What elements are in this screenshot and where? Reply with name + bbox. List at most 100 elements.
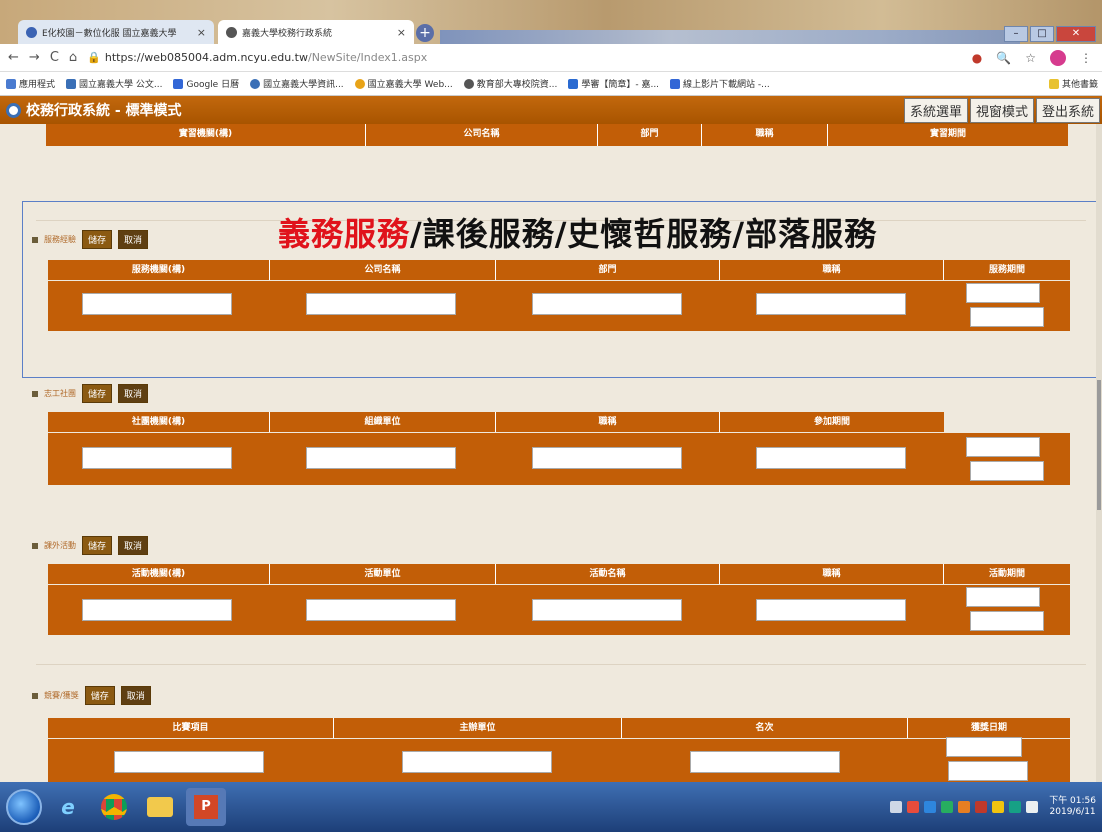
- volunteer-end-date-input[interactable]: [970, 461, 1044, 481]
- competition-header-row: 比賽項目 主辦單位 名次 獲獎日期: [48, 718, 1070, 738]
- activity-start-date-input[interactable]: [966, 587, 1040, 607]
- activity-end-date-input[interactable]: [970, 611, 1044, 631]
- save-button[interactable]: 儲存: [82, 384, 113, 403]
- volume-icon[interactable]: [1026, 801, 1039, 813]
- window-mode-button[interactable]: 視窗模式: [969, 97, 1034, 123]
- volunteer-unit-input[interactable]: [306, 447, 456, 469]
- section-label: 課外活動: [44, 541, 76, 550]
- cancel-button[interactable]: 取消: [118, 230, 149, 249]
- tray-icon[interactable]: [907, 801, 920, 813]
- close-icon[interactable]: ×: [197, 26, 206, 39]
- bookmark-item[interactable]: 國立嘉義大學 Web...: [354, 77, 453, 90]
- maximize-icon[interactable]: □: [1030, 26, 1054, 42]
- browser-tab-bar: E化校園－數位化服 國立嘉義大學 × 嘉義大學校務行政系統 × + – □ ✕: [0, 0, 1102, 44]
- lock-icon: 🔒: [87, 51, 101, 64]
- menu-icon[interactable]: ⋮: [1080, 51, 1092, 65]
- tab-e-campus[interactable]: E化校園－數位化服 國立嘉義大學 ×: [18, 20, 214, 44]
- scrollbar-thumb[interactable]: [1097, 380, 1101, 510]
- competition-host-input[interactable]: [402, 751, 552, 773]
- ie-icon[interactable]: e: [48, 788, 88, 826]
- save-button[interactable]: 儲存: [84, 686, 115, 705]
- bookmark-item[interactable]: Google 日曆: [173, 77, 239, 90]
- tray-icon[interactable]: [975, 801, 988, 813]
- reload-icon[interactable]: C: [50, 50, 59, 65]
- avatar[interactable]: [1050, 49, 1066, 66]
- folder-icon[interactable]: [140, 788, 180, 826]
- cancel-button[interactable]: 取消: [118, 384, 149, 403]
- bullet-icon: [32, 236, 38, 243]
- clock[interactable]: 下午 01:56 2019/6/11: [1049, 796, 1096, 818]
- bookmark-icon: [354, 78, 365, 89]
- save-button[interactable]: 儲存: [82, 536, 113, 555]
- logout-button[interactable]: 登出系統: [1035, 97, 1100, 123]
- column-header: 活動名稱: [496, 564, 720, 584]
- column-header: 參加期間: [813, 417, 850, 427]
- service-company-input[interactable]: [306, 293, 456, 315]
- app-title-text: 校務行政系統 - 標準模式: [26, 103, 182, 119]
- activity-org-input[interactable]: [82, 599, 232, 621]
- tray-icon[interactable]: [992, 801, 1005, 813]
- start-button[interactable]: [6, 789, 42, 825]
- window-close-icon[interactable]: ✕: [1056, 26, 1096, 42]
- zoom-icon[interactable]: 🔍: [996, 51, 1011, 65]
- chrome-icon[interactable]: [94, 788, 134, 826]
- powerpoint-icon[interactable]: P: [186, 788, 226, 826]
- bookmark-other[interactable]: 其他書籤: [1048, 77, 1102, 90]
- tray-icon[interactable]: [1009, 801, 1022, 813]
- overlay-title-highlight: 義務服務: [278, 215, 411, 253]
- column-header: 社團機關(構): [48, 412, 270, 432]
- bookmark-label: Google 日曆: [186, 80, 240, 90]
- extension-icon[interactable]: ●: [972, 51, 982, 65]
- column-header: 獲獎日期: [970, 723, 1007, 733]
- star-icon[interactable]: ☆: [1025, 51, 1036, 65]
- section-label: 服務經驗: [44, 235, 76, 244]
- service-org-input[interactable]: [82, 293, 232, 315]
- close-icon[interactable]: ×: [397, 26, 406, 39]
- tray-icon[interactable]: [941, 801, 954, 813]
- new-tab-button[interactable]: +: [416, 24, 434, 42]
- bookmark-label: 國立嘉義大學資訊...: [263, 80, 344, 90]
- window-controls: – □ ✕: [1004, 26, 1096, 42]
- vertical-scrollbar[interactable]: [1096, 124, 1102, 782]
- cancel-button[interactable]: 取消: [118, 536, 149, 555]
- activity-title-input[interactable]: [756, 599, 906, 621]
- competition-date-end-input[interactable]: [948, 761, 1028, 781]
- service-dept-input[interactable]: [532, 293, 682, 315]
- volunteer-start-date-input[interactable]: [966, 437, 1040, 457]
- competition-item-input[interactable]: [114, 751, 264, 773]
- service-end-date-input[interactable]: [970, 307, 1044, 327]
- activity-name-input[interactable]: [532, 599, 682, 621]
- globe-icon: [463, 78, 474, 89]
- cancel-button[interactable]: 取消: [120, 686, 151, 705]
- minimize-icon[interactable]: –: [1004, 26, 1028, 42]
- volunteer-title-input[interactable]: [532, 447, 682, 469]
- competition-date-input[interactable]: [946, 737, 1022, 757]
- forward-icon[interactable]: →: [29, 50, 40, 65]
- tray-icon[interactable]: [924, 801, 937, 813]
- url-field[interactable]: 🔒 https://web085004.adm.ncyu.edu.tw/NewS…: [87, 51, 427, 64]
- system-menu-button[interactable]: 系統選單: [903, 97, 968, 123]
- column-header: 公司名稱: [366, 124, 598, 146]
- activity-unit-input[interactable]: [306, 599, 456, 621]
- bookmark-label: 國立嘉義大學 公文...: [79, 80, 163, 90]
- system-tray: 下午 01:56 2019/6/11: [890, 796, 1102, 818]
- service-title-input[interactable]: [756, 293, 906, 315]
- back-icon[interactable]: ←: [8, 50, 19, 65]
- volunteer-period-input[interactable]: [756, 447, 906, 469]
- column-header: 職稱: [720, 260, 944, 280]
- tray-icon[interactable]: [958, 801, 971, 813]
- bookmark-item[interactable]: 國立嘉義大學資訊...: [250, 77, 344, 90]
- tab-admin-system[interactable]: 嘉義大學校務行政系統 ×: [218, 20, 414, 44]
- url-path: /NewSite/Index1.aspx: [307, 51, 428, 64]
- bookmark-item[interactable]: 國立嘉義大學 公文...: [66, 77, 162, 90]
- bookmark-apps[interactable]: 應用程式: [6, 77, 55, 90]
- tray-icon[interactable]: [890, 801, 903, 813]
- home-icon[interactable]: ⌂: [69, 50, 77, 65]
- bookmark-item[interactable]: 線上影片下載網站 -...: [670, 77, 770, 90]
- bookmark-item[interactable]: 教育部大專校院資...: [463, 77, 557, 90]
- volunteer-org-input[interactable]: [82, 447, 232, 469]
- bookmark-item[interactable]: 學審【簡章】- 嘉...: [568, 77, 659, 90]
- competition-rank-input[interactable]: [690, 751, 840, 773]
- service-start-date-input[interactable]: [966, 283, 1040, 303]
- save-button[interactable]: 儲存: [82, 230, 113, 249]
